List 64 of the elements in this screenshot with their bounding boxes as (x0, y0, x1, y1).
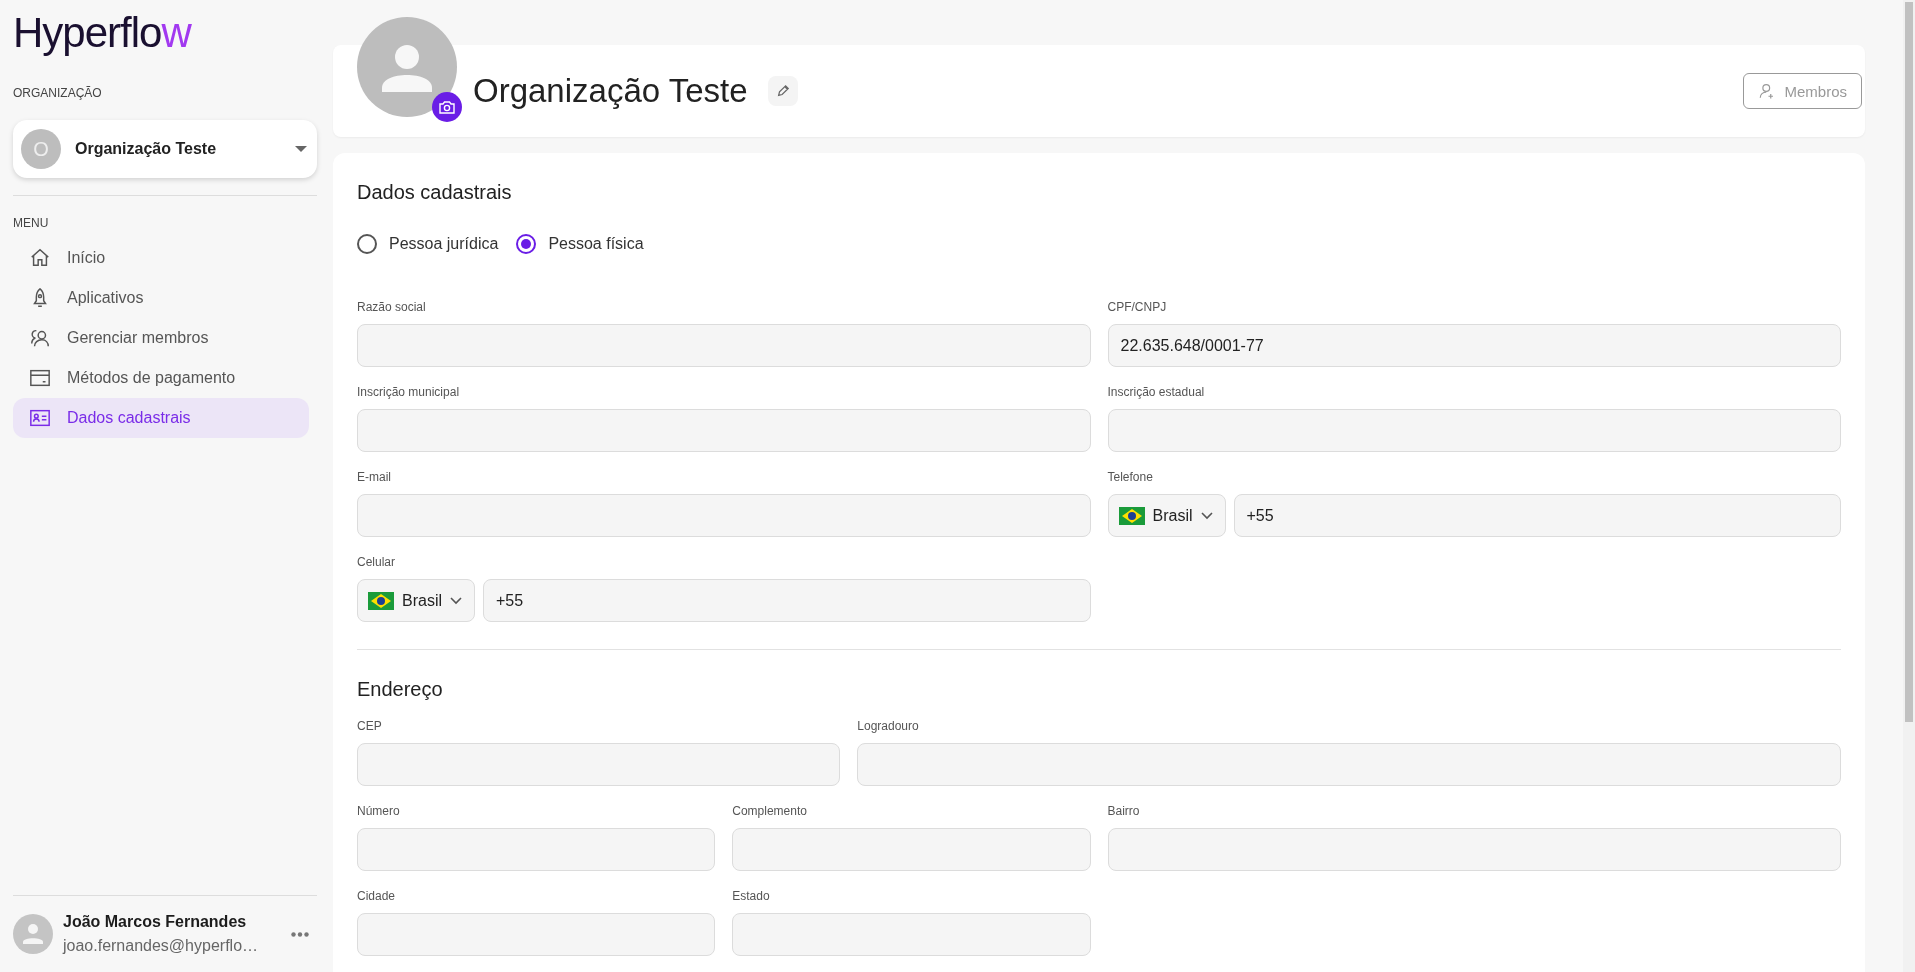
user-name: João Marcos Fernandes (63, 913, 248, 931)
section-title: Dados cadastrais (357, 181, 513, 204)
menu-item[interactable]: Métodos de pagamento (13, 358, 309, 398)
radio-option[interactable]: Pessoa jurídica (357, 234, 499, 254)
section-title: Endereço (357, 678, 444, 701)
menu-item[interactable]: Início (13, 238, 309, 278)
chevron-icon (450, 596, 462, 605)
input-field[interactable] (357, 743, 841, 786)
field-label: Número (357, 804, 401, 818)
flag-icon (1118, 506, 1145, 525)
input-field[interactable] (357, 494, 1091, 537)
field-label: CPF/CNPJ (1107, 300, 1168, 314)
scrollbar[interactable] (1903, 0, 1915, 972)
chevron-icon (1200, 511, 1213, 520)
field-label: Inscrição municipal (357, 385, 461, 399)
field-label: Telefone (1107, 470, 1154, 484)
caret-icon (295, 146, 307, 152)
field-label: Cidade (357, 889, 397, 903)
field-label: Inscrição estadual (1107, 385, 1206, 399)
organization-name: Organização Teste (75, 140, 218, 158)
input-field[interactable] (357, 324, 1091, 367)
section-label: MENU (13, 216, 50, 230)
input-field[interactable] (1107, 409, 1841, 452)
id-card-icon (29, 407, 51, 429)
home-icon (29, 247, 51, 269)
input-field[interactable] (732, 828, 1091, 871)
country-select[interactable]: Brasil (357, 579, 475, 622)
input-field[interactable]: 22.635.648/0001-77 (1107, 324, 1841, 367)
field-label: Celular (357, 555, 396, 569)
radio-icon[interactable] (357, 234, 377, 254)
field-label: Razão social (357, 300, 427, 314)
country-select[interactable]: Brasil (1107, 494, 1226, 537)
field-label: Complemento (732, 804, 808, 818)
camera-icon (439, 100, 455, 114)
phone-field[interactable]: +55 (483, 579, 1091, 622)
people-icon (29, 327, 51, 349)
input-field[interactable] (357, 913, 716, 956)
input-field[interactable] (732, 913, 1091, 956)
radio-option[interactable]: Pessoa física (516, 234, 644, 254)
input-field[interactable] (1107, 828, 1841, 871)
flag-icon (368, 591, 394, 610)
radio-icon[interactable] (516, 234, 537, 254)
section-label: ORGANIZAÇÃO (13, 86, 103, 100)
field-label: Estado (732, 889, 771, 903)
menu-item[interactable]: Dados cadastrais (13, 398, 309, 438)
menu-item[interactable]: Gerenciar membros (13, 318, 309, 358)
field-label: Logradouro (857, 719, 920, 733)
input-field[interactable] (357, 828, 716, 871)
field-label: Bairro (1107, 804, 1141, 818)
pencil-icon (775, 84, 790, 98)
user-avatar-icon (13, 914, 53, 954)
more-icon[interactable] (291, 931, 309, 937)
logo: Hyperflow (13, 8, 191, 58)
card-icon (29, 367, 51, 389)
edit-button[interactable] (767, 76, 798, 106)
user-email: joao.fernandes@hyperflo… (63, 937, 260, 955)
input-field[interactable] (357, 409, 1091, 452)
menu-item[interactable]: Aplicativos (13, 278, 309, 318)
field-label: E-mail (357, 470, 392, 484)
camera-button[interactable] (432, 92, 462, 122)
field-label: CEP (357, 719, 383, 733)
phone-field[interactable]: +55 (1233, 494, 1841, 537)
page-title: Organização Teste (473, 72, 748, 110)
input-field[interactable] (857, 743, 1841, 786)
